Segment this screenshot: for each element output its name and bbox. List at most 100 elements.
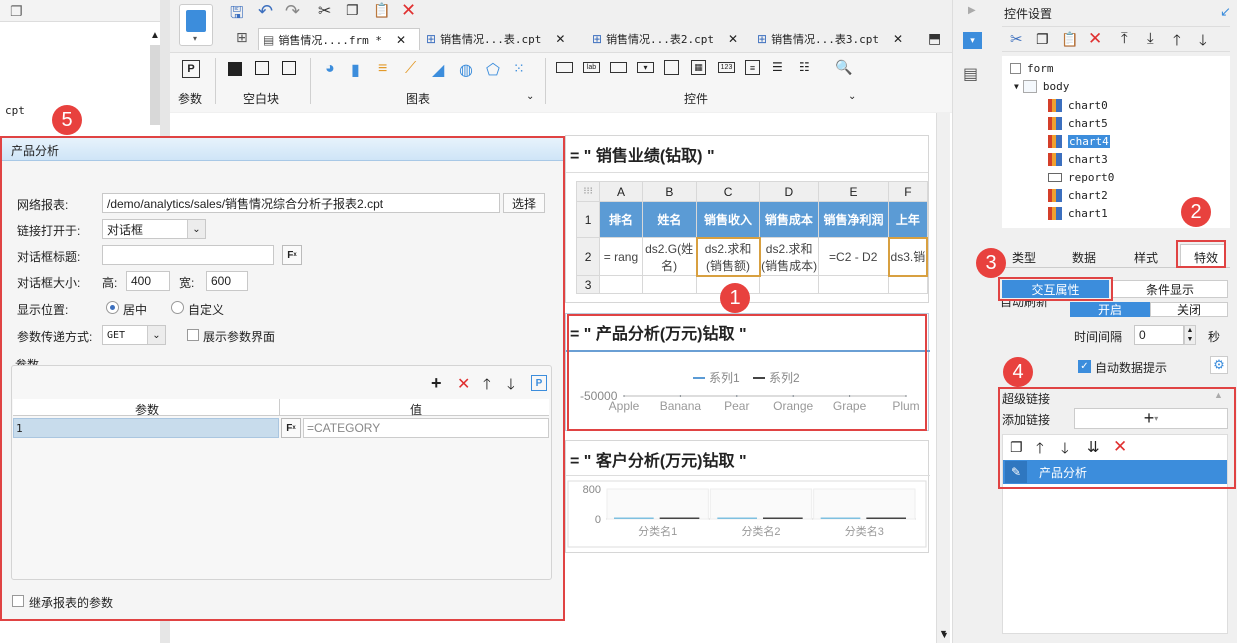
block-black-icon[interactable]: [228, 62, 242, 76]
block-grid-icon[interactable]: [282, 61, 296, 75]
header-cell[interactable]: 姓名: [641, 201, 698, 238]
combolist-widget-icon[interactable]: [664, 60, 679, 75]
delete-icon[interactable]: ✕: [1088, 29, 1102, 49]
inherit-params-checkbox[interactable]: [12, 595, 24, 607]
paste-icon[interactable]: 📋: [373, 2, 390, 19]
tab-style[interactable]: 样式: [1134, 249, 1158, 266]
combo-widget-icon[interactable]: ▾: [637, 62, 654, 73]
report-grid[interactable]: ⁝⁝⁝ A B C D E F 1 排名 姓名 销售收入 销售成本 销售净利润 …: [575, 181, 928, 294]
tree-item-report0[interactable]: report0: [1048, 171, 1114, 184]
data-cell[interactable]: [817, 275, 890, 294]
date-widget-icon[interactable]: ▦: [691, 60, 706, 75]
col-letter[interactable]: A: [599, 181, 643, 202]
header-cell[interactable]: 销售收入: [696, 201, 761, 238]
param-name-cell[interactable]: 1: [13, 418, 279, 438]
pin-icon[interactable]: ↙: [1220, 4, 1231, 20]
width-input[interactable]: 600: [206, 271, 248, 291]
search-icon[interactable]: 🔍: [835, 59, 852, 76]
custom-radio[interactable]: [171, 301, 184, 314]
data-cell[interactable]: =C2 - D2: [817, 237, 890, 276]
param-widget-icon[interactable]: P: [182, 60, 200, 78]
line-chart-icon[interactable]: ⟋: [405, 60, 416, 78]
move-top-icon[interactable]: ⤒: [1121, 30, 1128, 47]
col-letter[interactable]: C: [696, 181, 761, 202]
delete-icon[interactable]: ✕: [457, 374, 470, 394]
radar-chart-icon[interactable]: ⬠: [486, 60, 500, 80]
data-cell[interactable]: [641, 275, 698, 294]
close-icon[interactable]: ✕: [396, 33, 406, 47]
tab-cpt1[interactable]: ⊞ 销售情况...表.cpt ✕: [426, 28, 586, 50]
toggle-off[interactable]: 关闭: [1150, 302, 1228, 317]
copy-icon[interactable]: ❐: [1010, 439, 1023, 456]
col-letter[interactable]: E: [817, 181, 890, 202]
tree-item-chart1[interactable]: chart1: [1048, 207, 1108, 220]
delete-icon[interactable]: ✕: [1113, 437, 1127, 457]
copy-icon[interactable]: ❐: [346, 2, 359, 19]
tree-item-chart2[interactable]: chart2: [1048, 189, 1108, 202]
bar-chart-icon[interactable]: ▮: [351, 60, 360, 80]
block-split-icon[interactable]: [255, 61, 269, 75]
report-block[interactable]: = " 销售业绩(钻取) " ⁝⁝⁝ A B C D E F 1 排名 姓名 销…: [565, 135, 929, 303]
add-icon[interactable]: +: [431, 373, 442, 394]
tab-menu-icon[interactable]: ⬒: [928, 30, 941, 47]
chart-customer-block[interactable]: = " 客户分析(万元)钻取 " 800 0 分类名1 分类名2 分类名3: [565, 440, 930, 553]
header-cell[interactable]: 上年: [888, 201, 928, 238]
param-row[interactable]: 1 Fx =CATEGORY: [13, 418, 549, 438]
row-num[interactable]: 3: [575, 275, 601, 294]
edit-icon[interactable]: ✎: [1005, 461, 1027, 483]
cut-icon[interactable]: ✂: [318, 1, 331, 21]
collapse-icon[interactable]: ▲: [1214, 390, 1223, 400]
formula-icon[interactable]: Fx: [281, 418, 301, 438]
product-chart[interactable]: 系列1 系列2-50000Apple Banana Pear Orange Grape Pl…: [566, 354, 930, 429]
close-icon[interactable]: ✕: [728, 32, 738, 46]
link-item[interactable]: ✎ 产品分析: [1003, 460, 1227, 484]
settings-icon[interactable]: ⚙: [1210, 356, 1228, 374]
col-letter[interactable]: F: [888, 181, 928, 202]
scatter-chart-icon[interactable]: ⁙: [513, 60, 525, 77]
open-in-select[interactable]: 对话框 ⌄: [102, 219, 206, 239]
tree-item-chart5[interactable]: chart5: [1048, 117, 1108, 130]
close-icon[interactable]: ✕: [893, 32, 903, 46]
header-cell[interactable]: 销售净利润: [817, 201, 890, 238]
tab-cpt2[interactable]: ⊞ 销售情况...表2.cpt ✕: [592, 28, 752, 50]
textarea-widget-icon[interactable]: ≡: [745, 60, 760, 75]
data-cell[interactable]: [888, 275, 928, 294]
widget-settings-icon[interactable]: ▾: [963, 32, 982, 49]
header-cell[interactable]: 排名: [599, 201, 643, 238]
area-chart-icon[interactable]: ◢: [432, 60, 444, 80]
undo-icon[interactable]: ↶: [258, 1, 273, 22]
tree-item-body[interactable]: ▼ body: [1014, 80, 1069, 93]
data-cell[interactable]: ds3.销: [887, 236, 928, 277]
add-link-button[interactable]: + ▾: [1074, 408, 1228, 429]
layout-icon[interactable]: ▤: [963, 64, 978, 84]
delete-icon[interactable]: ✕: [401, 0, 416, 21]
move-bottom-icon[interactable]: ⤓: [1147, 30, 1154, 47]
auto-tip-checkbox[interactable]: ✓: [1078, 360, 1091, 373]
radio-group-icon[interactable]: ☰: [772, 60, 783, 74]
param-icon[interactable]: P: [531, 375, 547, 391]
tree-item-form[interactable]: form: [1010, 62, 1054, 75]
save-icon[interactable]: 🖫: [230, 2, 244, 29]
net-report-input[interactable]: /demo/analytics/sales/销售情况综合分析子报表2.cpt: [102, 193, 500, 213]
collapse-arrow-icon[interactable]: ▶: [968, 5, 976, 16]
copy-icon[interactable]: ❐: [1036, 31, 1049, 48]
close-icon[interactable]: ✕: [555, 32, 565, 46]
gauge-chart-icon[interactable]: ◍: [459, 60, 473, 80]
cut-icon[interactable]: ✂: [1010, 30, 1023, 48]
interval-input[interactable]: 0: [1134, 325, 1184, 345]
toggle-on[interactable]: 开启: [1070, 302, 1150, 317]
data-cell[interactable]: ds2.求和(销售成本): [759, 237, 819, 276]
left-scrollbar[interactable]: [150, 45, 160, 125]
tab-data[interactable]: 数据: [1072, 249, 1096, 266]
data-cell[interactable]: [599, 275, 643, 294]
redo-icon[interactable]: ↷: [285, 1, 300, 22]
formula-icon[interactable]: Fx: [282, 245, 302, 265]
tab-cpt3[interactable]: ⊞ 销售情况...表3.cpt ✕: [757, 28, 915, 50]
label-widget-icon[interactable]: lab: [583, 62, 600, 73]
data-cell[interactable]: = rang: [599, 237, 643, 276]
textfield-widget-icon[interactable]: [556, 62, 573, 73]
show-param-checkbox[interactable]: [187, 329, 199, 341]
subtab-condition[interactable]: 条件显示: [1112, 280, 1228, 298]
scroll-down-icon[interactable]: ▼: [940, 630, 949, 640]
tree-item-chart4[interactable]: chart4: [1048, 135, 1110, 148]
